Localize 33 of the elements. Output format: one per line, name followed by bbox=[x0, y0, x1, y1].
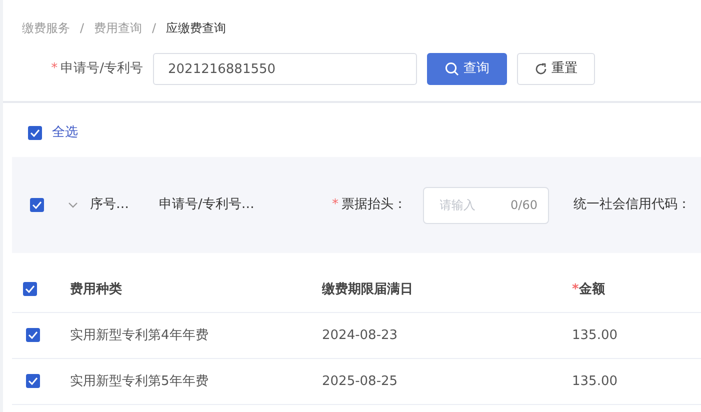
input-field[interactable]: 2021216881550 bbox=[153, 53, 417, 85]
checkbox[interactable] bbox=[28, 126, 42, 140]
column-label: 序号… bbox=[90, 196, 129, 214]
table-cell: 135.00 bbox=[572, 374, 618, 389]
column-header: 金额 bbox=[578, 282, 605, 297]
required-mark: * bbox=[332, 197, 338, 212]
table-cell: 135.00 bbox=[572, 328, 618, 343]
checkbox[interactable] bbox=[30, 198, 44, 212]
checkbox[interactable] bbox=[26, 374, 40, 388]
field-label: 统一社会信用代码： bbox=[574, 196, 690, 214]
breadcrumb-separator: / bbox=[152, 20, 156, 37]
field-label: 票据抬头： bbox=[342, 197, 406, 212]
column-header: 缴费期限届满日 bbox=[322, 282, 413, 297]
chevron-icon[interactable] bbox=[68, 202, 78, 208]
table-cell: 实用新型专利第4年年费 bbox=[70, 328, 208, 343]
breadcrumb-separator: / bbox=[80, 20, 84, 37]
refresh-icon bbox=[534, 63, 546, 75]
column-label: 申请号/专利号… bbox=[159, 196, 256, 214]
table-cell: 2024-08-23 bbox=[322, 328, 398, 343]
column-header: 费用种类 bbox=[70, 282, 122, 297]
reset-button[interactable]: 重置 bbox=[517, 53, 595, 85]
required-mark: * bbox=[572, 282, 579, 297]
required-mark: * bbox=[51, 61, 58, 76]
search-button[interactable]: 查询 bbox=[427, 53, 507, 85]
checkbox[interactable] bbox=[26, 328, 40, 342]
character-counter: 0/60 bbox=[510, 197, 538, 214]
checkbox[interactable] bbox=[23, 282, 37, 296]
field-label: 申请号/专利号 bbox=[60, 61, 143, 76]
table-cell: 2025-08-25 bbox=[322, 374, 398, 389]
select-all-label[interactable]: 全选 bbox=[52, 123, 78, 143]
search-icon bbox=[444, 62, 458, 76]
table-cell: 实用新型专利第5年年费 bbox=[70, 374, 208, 389]
input-field[interactable]: 请输入 bbox=[440, 196, 504, 214]
